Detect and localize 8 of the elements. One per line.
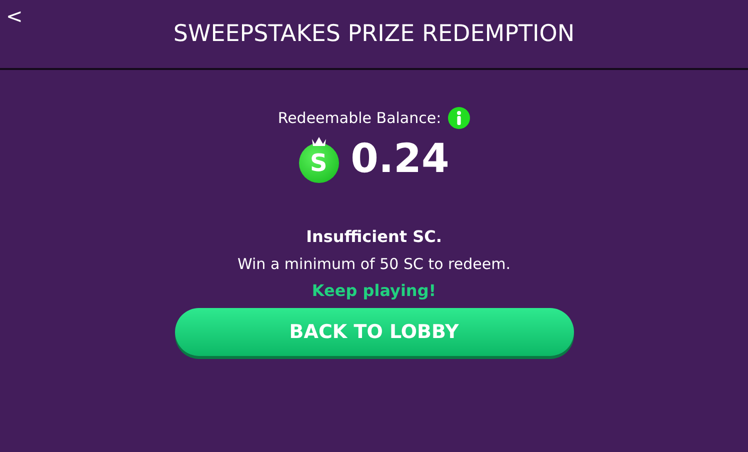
info-icon[interactable] [448,107,470,129]
encouragement-text: Keep playing! [312,281,436,300]
message-heading: Insufficient SC. [306,227,442,246]
balance-label: Redeemable Balance: [278,109,442,127]
page-title: SWEEPSTAKES PRIZE REDEMPTION [173,21,575,47]
balance-amount: 0.24 [350,136,450,182]
back-button[interactable]: < [4,6,25,26]
message-text: Win a minimum of 50 SC to redeem. [238,255,510,273]
